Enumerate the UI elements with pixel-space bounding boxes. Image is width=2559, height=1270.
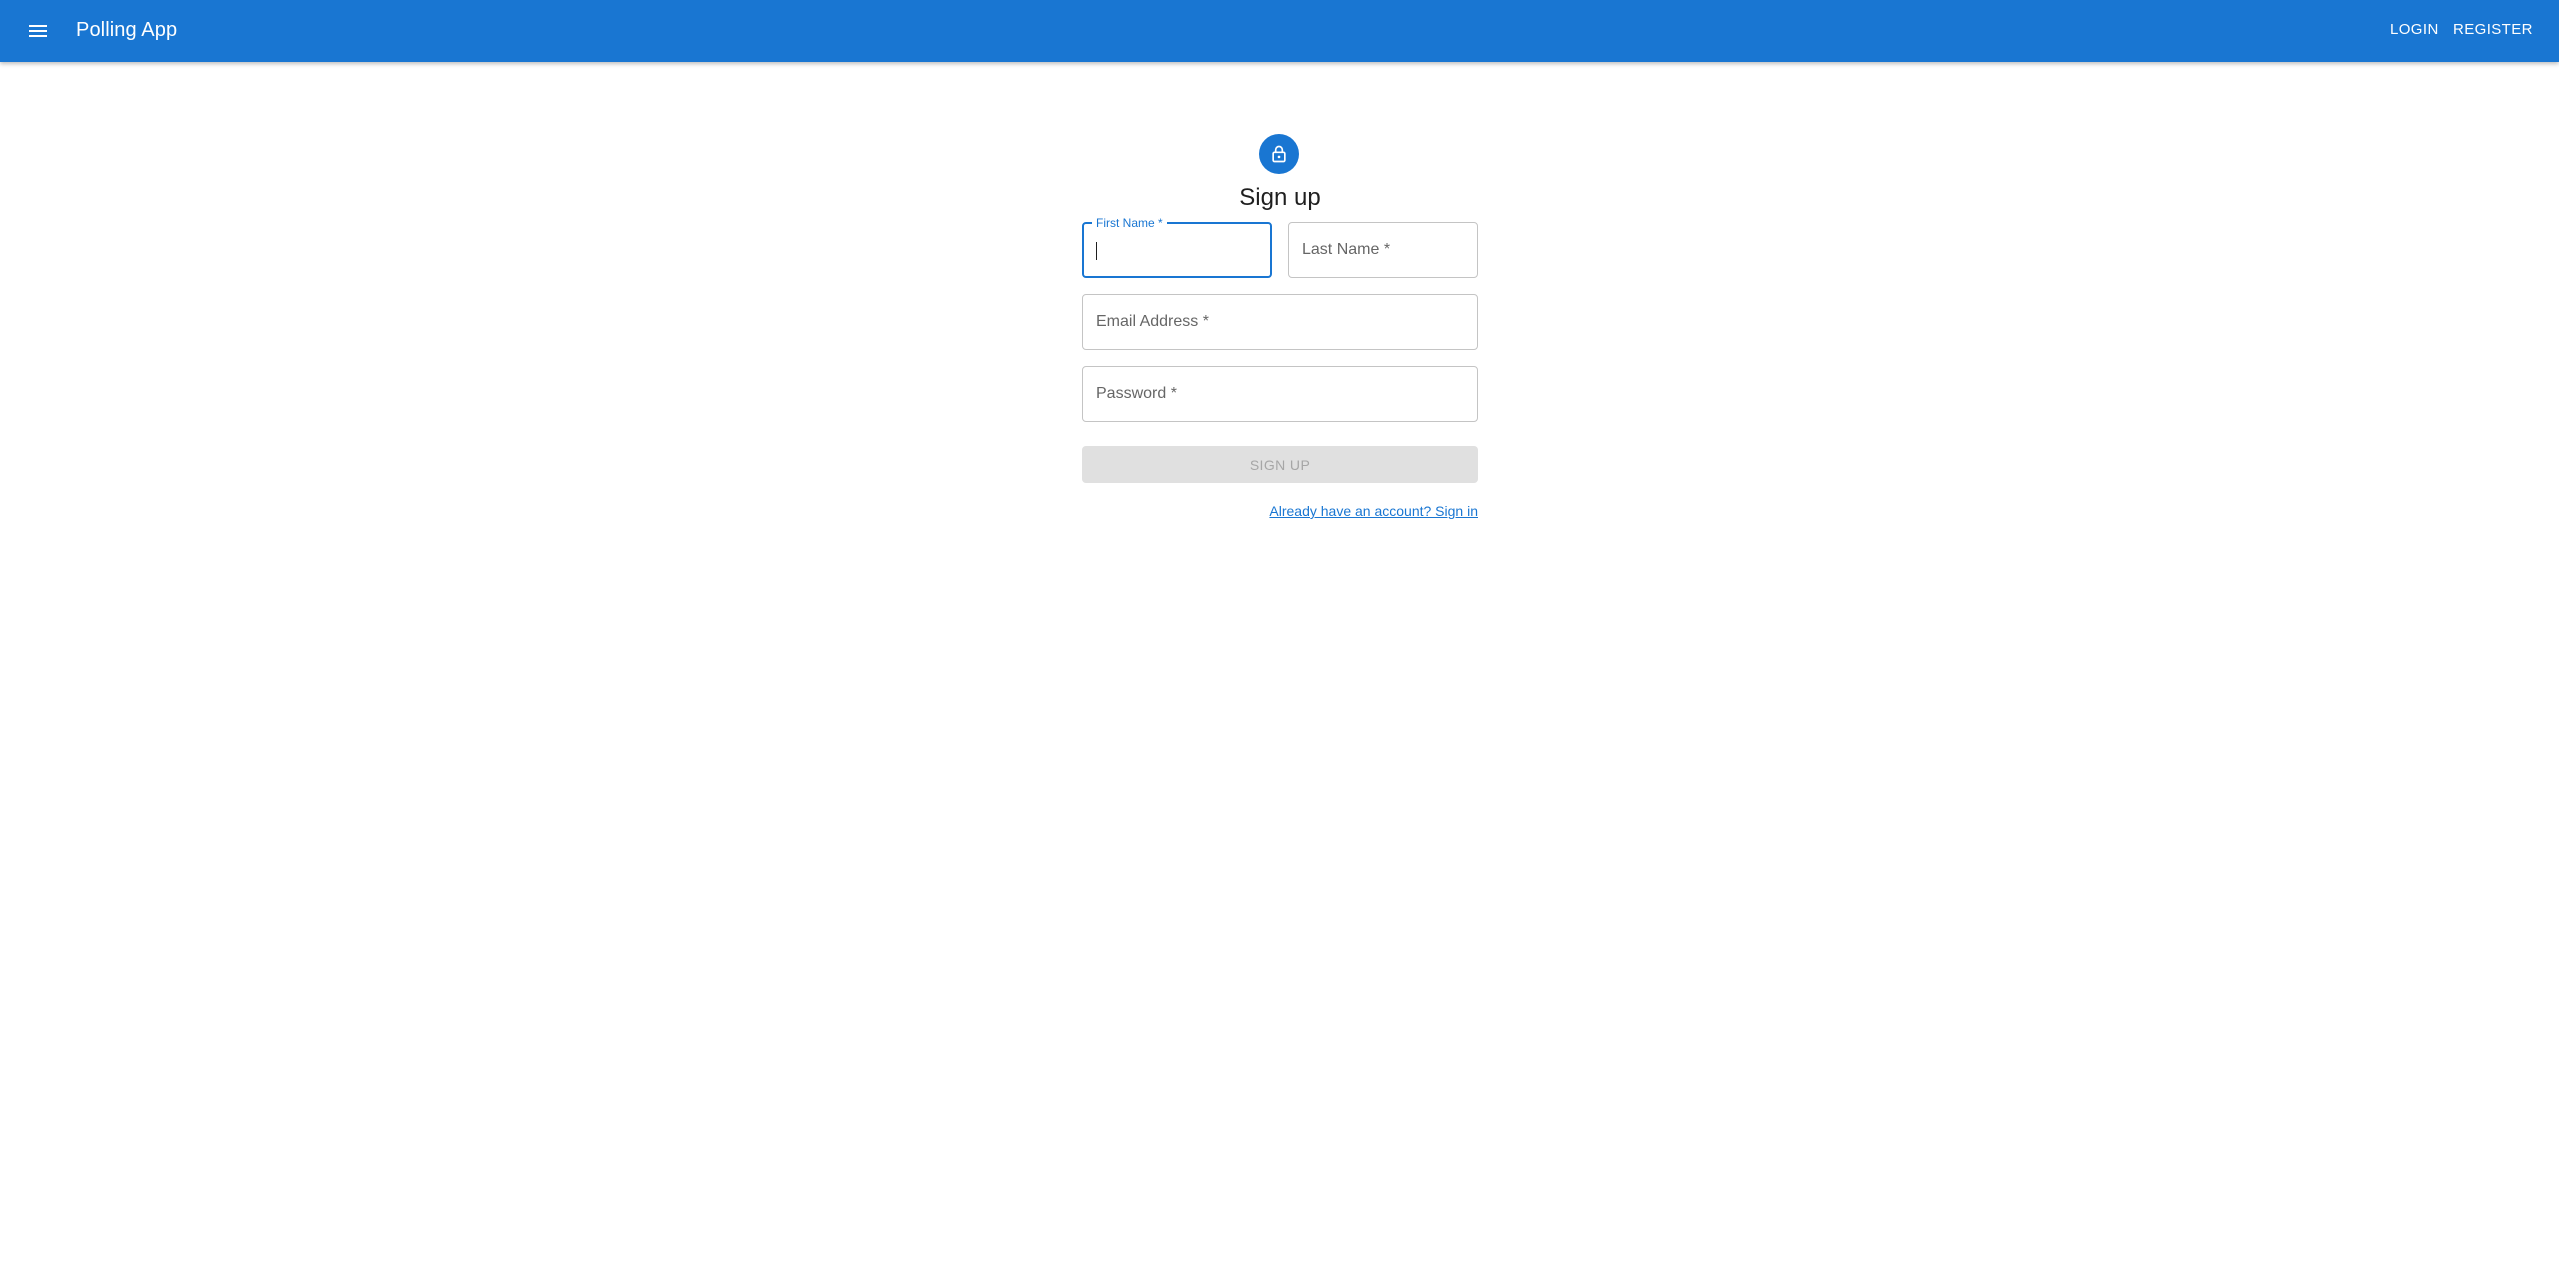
sign-up-button[interactable]: SIGN UP xyxy=(1082,446,1478,483)
first-name-field[interactable]: First Name * xyxy=(1082,216,1272,278)
register-button[interactable]: REGISTER xyxy=(2453,20,2533,40)
page-title: Sign up xyxy=(1239,184,1321,211)
password-label: Password * xyxy=(1096,385,1177,402)
last-name-label: Last Name * xyxy=(1302,241,1391,258)
hamburger-menu-icon xyxy=(29,25,47,37)
lock-icon xyxy=(1272,145,1286,163)
app-bar: Polling App LOGIN REGISTER xyxy=(0,0,2559,62)
first-name-label: First Name * xyxy=(1092,216,1167,230)
last-name-field[interactable]: Last Name * xyxy=(1288,222,1478,278)
email-field[interactable]: Email Address * xyxy=(1082,294,1478,350)
app-title: Polling App xyxy=(76,19,178,41)
email-label: Email Address * xyxy=(1096,313,1209,330)
login-button[interactable]: LOGIN xyxy=(2390,20,2439,40)
first-name-input[interactable] xyxy=(1096,234,1258,268)
password-field[interactable]: Password * xyxy=(1082,366,1478,422)
menu-button[interactable] xyxy=(20,13,56,49)
sign-in-link[interactable]: Already have an account? Sign in xyxy=(1200,502,1478,520)
signup-avatar xyxy=(1259,134,1299,174)
